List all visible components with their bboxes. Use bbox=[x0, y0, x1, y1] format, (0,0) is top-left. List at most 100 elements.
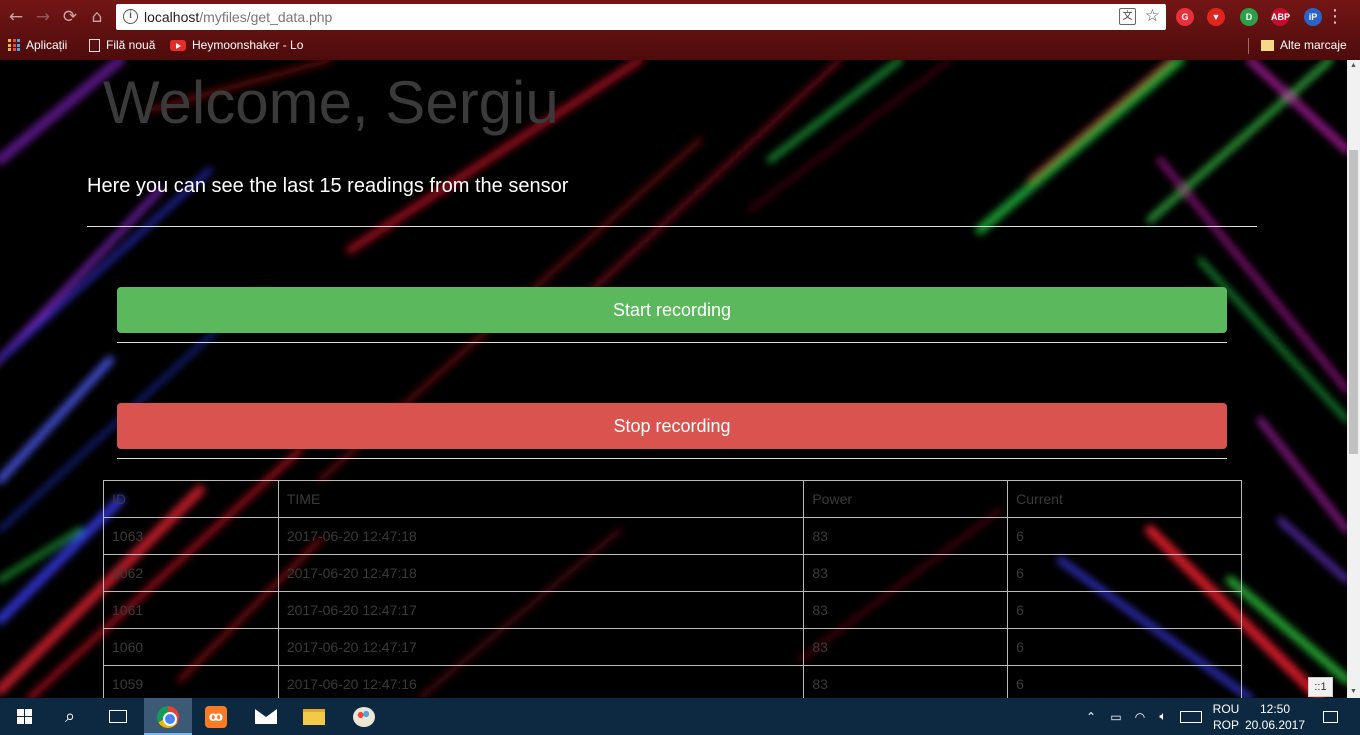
url-host: localhost bbox=[144, 9, 200, 25]
column-header-id: ID bbox=[103, 480, 279, 518]
battery-icon[interactable]: ▭ bbox=[1106, 698, 1126, 735]
bookmarks-bar: Aplicații Filă nouă Heymoonshaker - Lo A… bbox=[0, 34, 1360, 58]
folder-icon bbox=[1261, 39, 1274, 51]
cell-time: 2017-06-20 12:47:16 bbox=[277, 665, 805, 698]
input-language-indicator[interactable]: ROU ROP bbox=[1206, 701, 1246, 733]
bookmark-youtube[interactable]: Heymoonshaker - Lo bbox=[170, 38, 303, 52]
address-url[interactable]: localhost/myfiles/get_data.php bbox=[144, 9, 332, 25]
bookmarks-separator bbox=[1248, 38, 1249, 54]
cell-power: 83 bbox=[803, 517, 1009, 555]
column-header-power: Power bbox=[803, 480, 1009, 518]
tray-overflow-chevron-icon[interactable]: ⌃ bbox=[1082, 698, 1100, 735]
bookmark-other[interactable]: Alte marcaje bbox=[1261, 38, 1347, 52]
start-recording-button[interactable]: Start recording bbox=[117, 287, 1227, 333]
cell-id: 1060 bbox=[103, 628, 279, 666]
bookmark-youtube-label: Heymoonshaker - Lo bbox=[192, 38, 304, 52]
windows-taskbar: ⌕ ꝏ ⌃ ▭ ◠ 🔈︎ ROU ROP 12:50 20.06.2017 bbox=[0, 698, 1360, 735]
table-row: 1063 2017-06-20 12:47:18 83 6 bbox=[103, 517, 1242, 555]
adblock-plus-icon[interactable]: ABP bbox=[1271, 8, 1290, 26]
bookmark-star-icon[interactable]: ☆ bbox=[1145, 6, 1160, 26]
clock-time: 12:50 bbox=[1259, 702, 1291, 716]
table-row: 1062 2017-06-20 12:47:18 83 6 bbox=[103, 554, 1242, 592]
home-button[interactable]: ⌂ bbox=[87, 7, 107, 27]
cell-power: 83 bbox=[803, 591, 1009, 629]
volume-icon[interactable]: 🔈︎ bbox=[1153, 698, 1173, 735]
wifi-icon[interactable]: ◠ bbox=[1130, 698, 1150, 735]
youtube-icon bbox=[170, 39, 186, 51]
shield-icon[interactable]: ▼ bbox=[1207, 8, 1225, 26]
cell-id: 1062 bbox=[103, 554, 279, 592]
cell-time: 2017-06-20 12:47:17 bbox=[277, 591, 805, 629]
page-viewport: Welcome, Sergiu Here you can see the las… bbox=[0, 60, 1347, 698]
lang-bottom: ROP bbox=[1212, 718, 1239, 732]
cell-power: 83 bbox=[803, 628, 1009, 666]
search-button[interactable]: ⌕ bbox=[46, 698, 94, 735]
column-header-time: TIME bbox=[277, 480, 805, 518]
apps-grid-icon bbox=[8, 39, 20, 51]
reload-button[interactable]: ⟳ bbox=[60, 7, 80, 27]
browser-toolbar: ← → ⟳ ⌂ i localhost/myfiles/get_data.php… bbox=[0, 0, 1360, 34]
divider-line bbox=[117, 342, 1227, 343]
cell-current: 6 bbox=[1007, 591, 1242, 629]
task-view-button[interactable] bbox=[94, 698, 142, 735]
task-view-icon bbox=[109, 710, 127, 723]
cell-current: 6 bbox=[1007, 517, 1242, 555]
readings-table: ID TIME Power Current 1063 2017-06-20 12:… bbox=[103, 480, 1242, 698]
bookmark-apps-label: Aplicații bbox=[26, 38, 68, 52]
page-scrollbar[interactable]: ▲ ▼ bbox=[1347, 60, 1360, 698]
xampp-taskbar-button[interactable]: ꝏ bbox=[192, 698, 240, 735]
xampp-icon: ꝏ bbox=[205, 705, 227, 728]
mail-taskbar-button[interactable] bbox=[242, 698, 290, 735]
forward-button[interactable]: → bbox=[33, 7, 53, 27]
column-header-current: Current bbox=[1007, 480, 1242, 518]
table-row: 1059 2017-06-20 12:47:16 83 6 bbox=[103, 665, 1242, 698]
scroll-up-arrow-icon[interactable]: ▲ bbox=[1347, 60, 1360, 72]
browser-menu-icon[interactable]: ⋮ bbox=[1326, 7, 1344, 27]
windows-start-button[interactable] bbox=[0, 698, 48, 735]
translate-icon[interactable]: 文 bbox=[1119, 8, 1136, 25]
grammarly-icon[interactable]: G bbox=[1176, 8, 1194, 26]
lang-top: ROU bbox=[1212, 702, 1240, 716]
bookmark-new-file-label: Filă nouă bbox=[106, 38, 156, 52]
windows-start-icon bbox=[16, 709, 32, 724]
bookmark-apps[interactable]: Aplicații bbox=[8, 38, 67, 52]
bookmark-new-file[interactable]: Filă nouă bbox=[89, 38, 155, 52]
welcome-heading: Welcome, Sergiu bbox=[103, 69, 559, 136]
divider-line bbox=[87, 226, 1257, 227]
search-icon: ⌕ bbox=[64, 706, 76, 727]
cell-power: 83 bbox=[803, 554, 1009, 592]
cell-id: 1063 bbox=[103, 517, 279, 555]
cell-power: 83 bbox=[803, 665, 1009, 698]
stop-recording-button[interactable]: Stop recording bbox=[117, 403, 1227, 449]
chrome-taskbar-button[interactable] bbox=[144, 698, 192, 735]
cell-time: 2017-06-20 12:47:18 bbox=[277, 517, 805, 555]
cell-current: 6 bbox=[1007, 628, 1242, 666]
file-explorer-icon bbox=[303, 708, 325, 725]
paint-taskbar-button[interactable] bbox=[340, 698, 388, 735]
page-content: Welcome, Sergiu Here you can see the las… bbox=[0, 60, 1347, 698]
table-row: 1061 2017-06-20 12:47:17 83 6 bbox=[103, 591, 1242, 629]
scroll-down-arrow-icon[interactable]: ▼ bbox=[1347, 686, 1360, 698]
file-explorer-taskbar-button[interactable] bbox=[290, 698, 338, 735]
mail-icon bbox=[255, 709, 277, 724]
page-icon bbox=[89, 38, 100, 52]
clock-date: 20.06.2017 bbox=[1244, 718, 1306, 732]
table-row: 1060 2017-06-20 12:47:17 83 6 bbox=[103, 628, 1242, 666]
ip-icon[interactable]: iP bbox=[1304, 8, 1322, 26]
cell-id: 1059 bbox=[103, 665, 279, 698]
site-info-icon[interactable]: i bbox=[123, 9, 138, 24]
status-chip: ::1 bbox=[1308, 677, 1333, 697]
scrollbar-thumb[interactable] bbox=[1349, 150, 1358, 454]
cell-id: 1061 bbox=[103, 591, 279, 629]
bookmark-other-label: Alte marcaje bbox=[1280, 38, 1347, 52]
cell-time: 2017-06-20 12:47:18 bbox=[277, 554, 805, 592]
keyboard-icon[interactable] bbox=[1178, 698, 1204, 735]
notifications-icon[interactable] bbox=[1318, 698, 1342, 735]
green-extension-icon[interactable]: D bbox=[1240, 8, 1258, 26]
url-path: /myfiles/get_data.php bbox=[199, 9, 333, 25]
cell-time: 2017-06-20 12:47:17 bbox=[277, 628, 805, 666]
back-button[interactable]: ← bbox=[6, 7, 26, 27]
taskbar-clock[interactable]: 12:50 20.06.2017 bbox=[1244, 701, 1306, 733]
readings-subtitle: Here you can see the last 15 readings fr… bbox=[87, 175, 569, 197]
address-bar[interactable]: i localhost/myfiles/get_data.php 文 ☆ bbox=[116, 4, 1166, 30]
